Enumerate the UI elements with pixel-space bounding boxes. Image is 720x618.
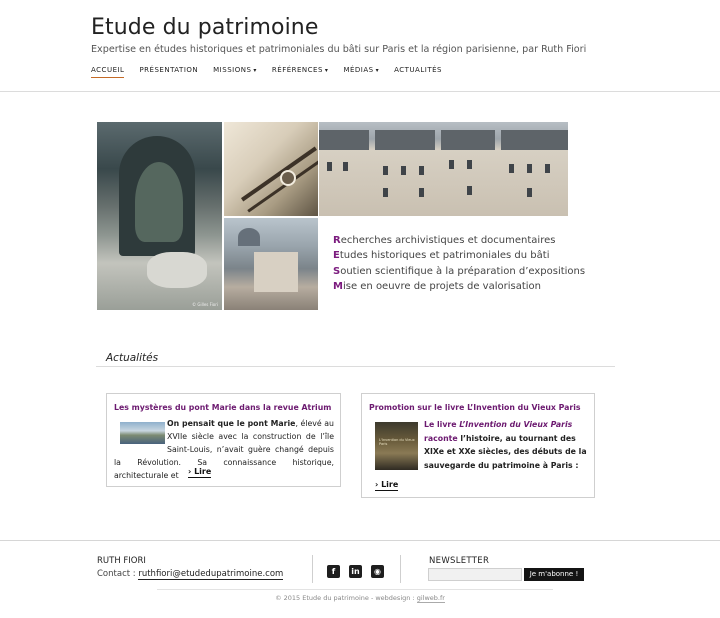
nav-item-missions[interactable]: MISSIONS ▾ xyxy=(213,66,257,78)
divider xyxy=(312,555,313,583)
chevron-down-icon: ▾ xyxy=(253,67,257,74)
photo-roof xyxy=(375,130,435,150)
service-item: Soutien scientifique à la préparation d’… xyxy=(333,265,586,277)
photo-roof xyxy=(441,130,495,150)
linkedin-icon[interactable]: in xyxy=(349,565,362,578)
photo-window xyxy=(343,162,348,171)
nav-item-medias[interactable]: MÉDIAS ▾ xyxy=(343,66,379,78)
news-card: Les mystères du pont Marie dans la revue… xyxy=(106,393,341,487)
webdesign-credit-link[interactable]: gilweb.fr xyxy=(416,594,445,603)
photo-window xyxy=(467,160,472,169)
site-title[interactable]: Etude du patrimoine xyxy=(91,15,318,40)
email-link[interactable]: ruthfiori@etudedupatrimoine.com xyxy=(138,569,284,580)
nav-item-accueil[interactable]: ACCUEIL xyxy=(91,66,125,78)
photo-dome xyxy=(238,228,260,246)
news-card-excerpt: Le livre L’Invention du Vieux Paris raco… xyxy=(424,420,587,470)
divider xyxy=(96,366,615,367)
photo-rail xyxy=(240,146,318,202)
news-heading: Actualités xyxy=(106,352,159,364)
photo-window xyxy=(383,188,388,197)
read-more-link[interactable]: › Lire xyxy=(375,480,399,491)
photo-window xyxy=(467,186,472,195)
photo-window xyxy=(509,164,514,173)
pont-marie-thumbnail[interactable] xyxy=(120,422,165,444)
photo-building xyxy=(254,252,298,292)
photo-window xyxy=(383,166,388,175)
photo-window xyxy=(449,160,454,169)
photo-roof xyxy=(501,130,568,150)
service-item: Etudes historiques et patrimoniales du b… xyxy=(333,250,550,262)
services-list: Recherches archivistiques et documentair… xyxy=(333,233,585,294)
nav-item-actualites[interactable]: ACTUALITÉS xyxy=(394,66,442,78)
rooftops-photo xyxy=(224,218,318,310)
newsletter-email-input[interactable] xyxy=(428,568,522,581)
divider xyxy=(157,589,553,590)
photo-roof xyxy=(319,130,369,150)
footer-contact: Contact : ruthfiori@etudedupatrimoine.co… xyxy=(97,569,284,580)
facades-photo xyxy=(319,122,568,216)
main-nav: ACCUEIL PRÉSENTATION MISSIONS ▾ RÉFÉRENCE… xyxy=(91,66,457,78)
chevron-down-icon: ▾ xyxy=(375,67,380,74)
facebook-icon[interactable]: f xyxy=(327,565,340,578)
photo-credit: © Gilles Fiori xyxy=(192,302,218,307)
news-card: Promotion sur le livre L’Invention du Vi… xyxy=(361,393,595,498)
photo-window xyxy=(327,162,332,171)
service-item: Mise en oeuvre de projets de valorisatio… xyxy=(333,280,541,292)
divider xyxy=(0,540,720,541)
subscribe-button[interactable]: Je m'abonne ! xyxy=(524,568,584,581)
site-header: Etude du patrimoine Expertise en études … xyxy=(0,0,720,92)
book-cover-thumbnail[interactable]: L'Invention du Vieux Paris xyxy=(375,422,418,470)
photo-oculus xyxy=(280,170,296,186)
photo-window xyxy=(545,164,550,173)
copyright: © 2015 Etude du patrimoine - webdesign :… xyxy=(275,594,445,603)
site-tagline: Expertise en études historiques et patri… xyxy=(91,44,587,55)
nav-item-presentation[interactable]: PRÉSENTATION xyxy=(139,66,198,78)
photo-window xyxy=(527,164,532,173)
read-more-link[interactable]: › Lire xyxy=(188,467,212,478)
divider xyxy=(400,555,401,583)
news-card-title[interactable]: Promotion sur le livre L’Invention du Vi… xyxy=(369,403,581,412)
book-cover-label: L'Invention du Vieux Paris xyxy=(379,438,415,446)
footer-name: RUTH FIORI xyxy=(97,556,146,566)
news-card-title[interactable]: Les mystères du pont Marie dans la revue… xyxy=(114,403,331,412)
photo-window xyxy=(419,188,424,197)
rss-icon[interactable]: ◉ xyxy=(371,565,384,578)
photo-window xyxy=(401,166,406,175)
photo-statue-white xyxy=(147,252,207,288)
photo-window xyxy=(527,188,532,197)
newsletter-title: NEWSLETTER xyxy=(429,556,490,566)
fountain-photo: © Gilles Fiori xyxy=(97,122,222,310)
service-item: Recherches archivistiques et documentair… xyxy=(333,235,556,246)
chevron-down-icon: ▾ xyxy=(324,67,329,74)
photo-statue xyxy=(135,162,183,242)
nav-item-references[interactable]: RÉFÉRENCES ▾ xyxy=(272,66,329,78)
staircase-photo xyxy=(224,122,318,216)
photo-window xyxy=(419,166,424,175)
